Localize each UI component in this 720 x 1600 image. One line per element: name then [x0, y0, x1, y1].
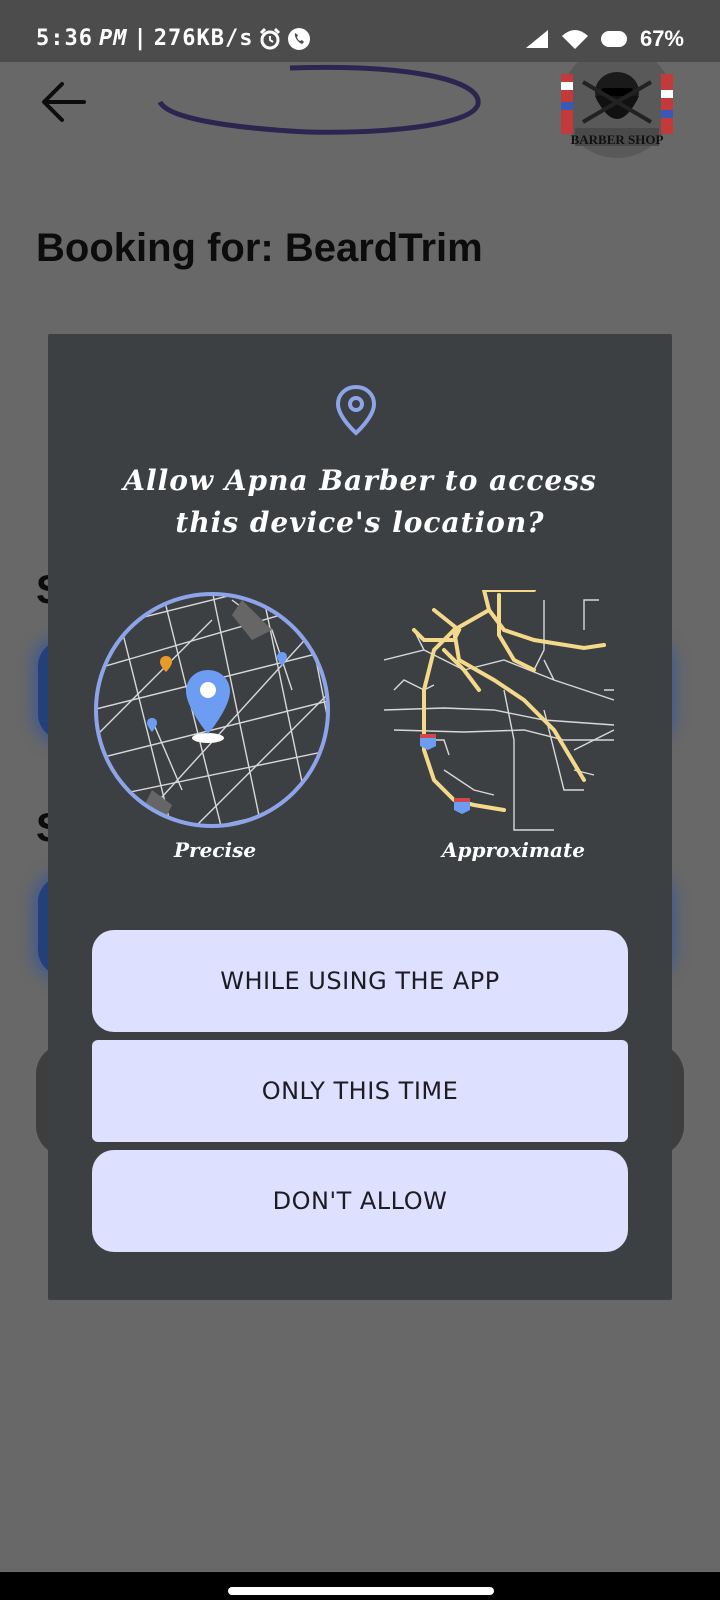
- home-gesture-handle[interactable]: [228, 1587, 494, 1595]
- phone-icon: [288, 27, 311, 50]
- status-net-speed: 276KB/s: [153, 26, 254, 51]
- precise-label: Precise: [174, 838, 257, 862]
- only-this-time-button[interactable]: ONLY THIS TIME: [92, 1040, 628, 1142]
- dialog-title: Allow Apna Barber to access this device'…: [123, 464, 597, 539]
- status-ampm: PM: [98, 26, 128, 51]
- alarm-icon: [260, 27, 281, 49]
- status-separator: |: [133, 26, 148, 51]
- status-bar: 5:36 PM | 276KB/s 67%: [0, 0, 720, 62]
- battery-icon: [600, 31, 627, 47]
- precise-map-option[interactable]: [92, 590, 332, 830]
- location-permission-dialog: Allow Apna Barber to access this device'…: [48, 334, 672, 1300]
- system-nav-bar: [0, 1572, 720, 1600]
- page-title: Booking for: BeardTrim: [36, 226, 483, 270]
- signal-icon: [525, 30, 548, 48]
- location-pin-icon: [335, 384, 377, 436]
- wifi-icon: [561, 30, 588, 49]
- status-left: 5:36 PM | 276KB/s: [36, 26, 311, 51]
- approximate-label: Approximate: [442, 838, 585, 862]
- status-time: 5:36: [36, 26, 93, 51]
- back-arrow-icon[interactable]: [40, 80, 88, 124]
- barber-shop-logo: BARBER SHOP: [555, 46, 679, 166]
- while-using-app-button[interactable]: WHILE USING THE APP: [92, 930, 628, 1032]
- battery-percent: 67%: [639, 26, 684, 51]
- logo-text: BARBER SHOP: [570, 132, 664, 147]
- status-right: 67%: [524, 26, 684, 52]
- header-ellipse-decoration: [158, 64, 481, 135]
- approximate-map-option[interactable]: [384, 590, 684, 860]
- dont-allow-button[interactable]: DON'T ALLOW: [92, 1150, 628, 1252]
